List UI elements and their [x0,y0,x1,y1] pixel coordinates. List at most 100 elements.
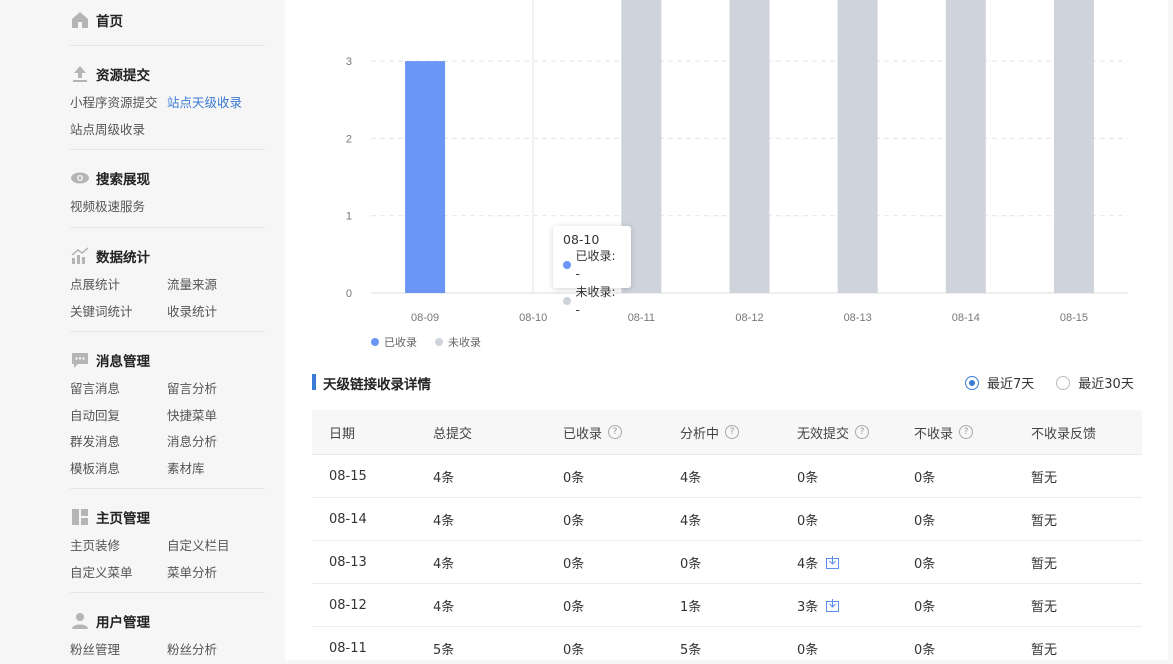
section-title: 天级链接收录详情 [323,377,431,393]
cell-value: 4条 [433,556,455,572]
help-icon[interactable]: ? [608,425,623,439]
sidebar-item[interactable]: 素材库 [167,456,265,483]
column-header: 总提交 [416,423,546,442]
sidebar-item[interactable]: 主页装修 [70,533,167,560]
cell-value: 1条 [680,599,702,615]
range-30-days[interactable]: 最近30天 [1056,373,1134,392]
cell-value: 4条 [797,556,819,572]
cell-indexed: 0条 [546,553,663,572]
y-tick-label: 1 [346,211,352,223]
sidebar-divider [70,331,265,332]
sidebar-item[interactable]: 留言消息 [70,376,167,403]
eye-icon [70,168,90,188]
cell-not_indexed: 0条 [897,639,1014,658]
legend-item[interactable]: 已收录 [371,334,417,350]
sidebar-item[interactable]: 自定义栏目 [167,533,265,560]
cell-feedback: 暂无 [1014,510,1142,529]
column-header-label: 不收录反馈 [1031,426,1097,442]
page-edge [1168,0,1173,660]
cell-value: 0条 [563,513,585,529]
bar-08-15[interactable] [1053,0,1094,293]
range-7-days-label: 最近7天 [987,377,1035,392]
cell-invalid: 3条 [780,596,897,615]
tooltip-row-indexed: 已收录: - [563,247,621,283]
legend-item[interactable]: 未收录 [435,334,481,350]
cell-value: 08-14 [329,511,367,527]
nav-home[interactable]: 首页 [70,8,265,32]
cell-date: 08-11 [312,641,416,656]
sidebar-divider [70,45,265,46]
bar-08-14[interactable] [945,0,986,293]
sidebar-section-items: 点展统计 流量来源 关键词统计 收录统计 [70,272,265,325]
sidebar-item[interactable]: 点展统计 [70,272,167,299]
sidebar-item[interactable]: 视频极速服务 [70,194,167,221]
sidebar-section-2: 搜索展现 视频极速服务 [70,166,265,221]
bar-chart: 0 1 2 3 08-09 08-10 08-11 08-12 08-13 08-14 08-15 [346,0,1128,324]
sidebar-item[interactable]: 自动回复 [70,403,167,430]
cell-total: 4条 [416,596,546,615]
sidebar-item[interactable]: 关键词统计 [70,299,167,326]
x-tick-label: 08-11 [628,312,655,324]
help-icon[interactable]: ? [959,425,974,439]
sidebar-item[interactable]: 流量来源 [167,272,265,299]
sidebar-item[interactable]: 收录统计 [167,299,265,326]
cell-value: 4条 [433,470,455,486]
cell-not_indexed: 0条 [897,596,1014,615]
sidebar-section-4: 消息管理 留言消息 留言分析 自动回复 快捷菜单 群发消息 消息分析 模板消息 素材库 [70,348,265,482]
help-icon[interactable]: ? [855,425,870,439]
sidebar-divider [70,592,265,593]
chart-tooltip: 08-10 已收录: - 未收录: - [553,226,631,317]
sidebar-item[interactable]: 小程序资源提交 [70,90,167,117]
cell-value: 0条 [563,599,585,615]
sidebar-item[interactable]: 留言分析 [167,376,265,403]
sidebar-item[interactable]: 快捷菜单 [167,403,265,430]
sidebar-section-header: 数据统计 [70,244,265,268]
cell-value: 0条 [914,513,936,529]
sidebar-divider [70,227,265,228]
bar-08-13[interactable] [837,0,878,293]
range-30-days-label: 最近30天 [1078,377,1134,392]
y-tick-label: 3 [346,56,352,68]
bar-08-12[interactable] [729,0,770,293]
cell-total: 4条 [416,510,546,529]
download-icon[interactable] [826,598,840,612]
download-icon[interactable] [826,555,840,569]
cell-date: 08-12 [312,598,416,613]
x-tick-label: 08-10 [519,312,547,324]
sidebar-item[interactable]: 菜单分析 [167,560,265,587]
x-tick-label: 08-13 [844,312,872,324]
column-header-label: 已收录 [563,426,603,442]
radio-7-days[interactable] [965,375,979,390]
column-header-label: 总提交 [433,426,473,442]
sidebar-item[interactable]: 模板消息 [70,456,167,483]
sidebar-item[interactable]: 站点天级收录 [167,90,265,117]
tooltip-row-not-indexed: 未收录: - [563,283,621,319]
range-7-days[interactable]: 最近7天 [965,373,1034,392]
indexing-table: 日期 总提交 已收录? 分析中? 无效提交? 不收录? 不收录反馈 08-15 4条 0条 4条 0… [312,410,1142,660]
column-header-label: 不收录 [914,426,954,442]
legend-label: 未收录 [448,336,481,349]
x-tick-label: 08-14 [952,312,980,324]
cell-value: 0条 [914,599,936,615]
table-body: 08-15 4条 0条 4条 0条 0条 暂无 08-14 4条 0条 4条 0条 0条 暂无 08-13 4… [312,455,1142,660]
sidebar-item[interactable]: 消息分析 [167,429,265,456]
home-icon [70,10,90,30]
help-icon[interactable]: ? [725,425,740,439]
sidebar-item[interactable]: 自定义菜单 [70,560,167,587]
cell-invalid: 0条 [780,510,897,529]
cell-analyzing: 1条 [663,596,780,615]
sidebar-section-title: 数据统计 [96,250,150,266]
radio-30-days[interactable] [1056,375,1071,390]
sidebar-section-1: 资源提交 小程序资源提交 站点天级收录 站点周级收录 [70,62,265,143]
sidebar-item[interactable]: 站点周级收录 [70,117,167,144]
cell-value: 08-11 [329,640,367,656]
cell-date: 08-13 [312,555,416,570]
cell-feedback: 暂无 [1014,596,1142,615]
sidebar-divider [70,488,265,489]
cell-date: 08-14 [312,512,416,527]
cell-date: 08-15 [312,469,416,484]
bar-08-09[interactable] [405,61,446,293]
cell-value: 暂无 [1031,556,1058,572]
cell-value: 暂无 [1031,470,1058,486]
sidebar-item[interactable]: 群发消息 [70,429,167,456]
